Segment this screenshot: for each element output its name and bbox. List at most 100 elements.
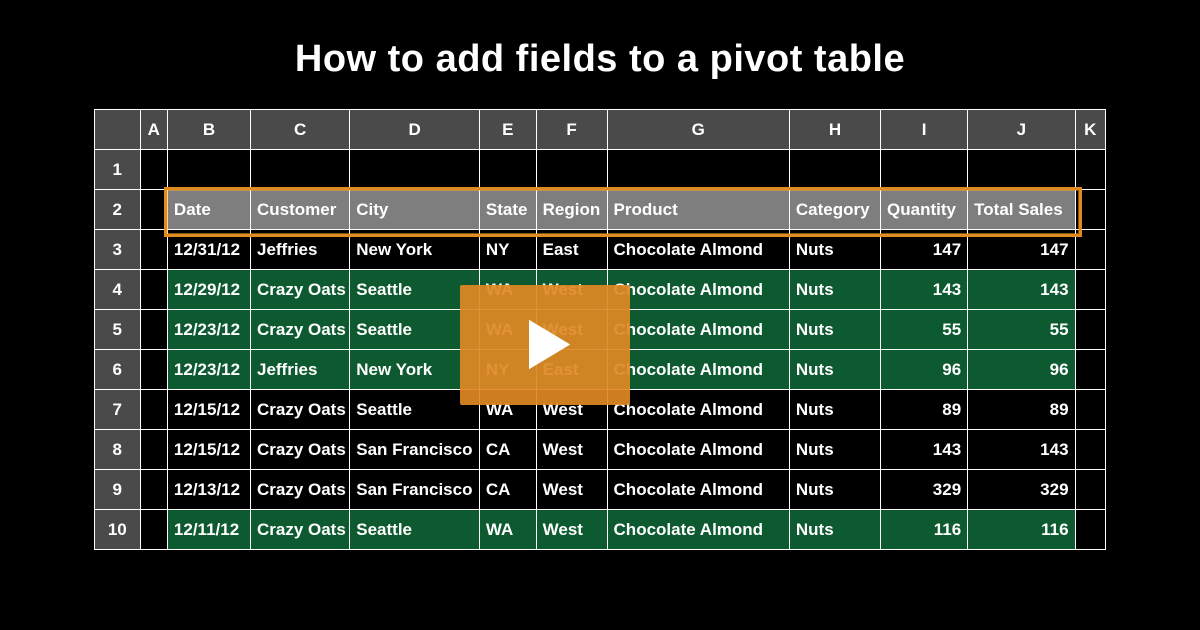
cell-5-total[interactable]: 55 (968, 310, 1075, 350)
cell-10-date[interactable]: 12/11/12 (167, 510, 250, 550)
column-header-k[interactable]: K (1075, 110, 1105, 150)
cell-10-region[interactable]: West (536, 510, 607, 550)
play-button[interactable] (460, 285, 630, 405)
column-header-g[interactable]: G (607, 110, 789, 150)
cell-7-A[interactable] (140, 390, 167, 430)
row-header-3[interactable]: 3 (95, 230, 141, 270)
cell-6-product[interactable]: Chocolate Almond (607, 350, 789, 390)
cell-3-region[interactable]: East (536, 230, 607, 270)
cell-4-total[interactable]: 143 (968, 270, 1075, 310)
cell-4-A[interactable] (140, 270, 167, 310)
cell-6-customer[interactable]: Jeffries (250, 350, 349, 390)
cell-3-K[interactable] (1075, 230, 1105, 270)
cell-1-E[interactable] (479, 150, 536, 190)
cell-1-C[interactable] (250, 150, 349, 190)
cell-6-total[interactable]: 96 (968, 350, 1075, 390)
row-header-4[interactable]: 4 (95, 270, 141, 310)
field-header-product[interactable]: Product (607, 190, 789, 230)
cell-5-product[interactable]: Chocolate Almond (607, 310, 789, 350)
cell-3-total[interactable]: 147 (968, 230, 1075, 270)
cell-8-A[interactable] (140, 430, 167, 470)
cell-1-A[interactable] (140, 150, 167, 190)
column-header-h[interactable]: H (789, 110, 880, 150)
row-header-10[interactable]: 10 (95, 510, 141, 550)
cell-7-category[interactable]: Nuts (789, 390, 880, 430)
cell-7-product[interactable]: Chocolate Almond (607, 390, 789, 430)
field-header-state[interactable]: State (479, 190, 536, 230)
cell-5-customer[interactable]: Crazy Oats (250, 310, 349, 350)
cell-4-customer[interactable]: Crazy Oats (250, 270, 349, 310)
field-header-quantity[interactable]: Quantity (881, 190, 968, 230)
row-header-6[interactable]: 6 (95, 350, 141, 390)
row-header-1[interactable]: 1 (95, 150, 141, 190)
cell-6-date[interactable]: 12/23/12 (167, 350, 250, 390)
cell-4-category[interactable]: Nuts (789, 270, 880, 310)
column-header-i[interactable]: I (881, 110, 968, 150)
cell-10-quantity[interactable]: 116 (881, 510, 968, 550)
cell-9-customer[interactable]: Crazy Oats (250, 470, 349, 510)
cell-8-state[interactable]: CA (479, 430, 536, 470)
cell-1-K[interactable] (1075, 150, 1105, 190)
row-header-5[interactable]: 5 (95, 310, 141, 350)
cell-7-K[interactable] (1075, 390, 1105, 430)
field-header-total-sales[interactable]: Total Sales (968, 190, 1075, 230)
cell-10-K[interactable] (1075, 510, 1105, 550)
cell-4-K[interactable] (1075, 270, 1105, 310)
cell-9-quantity[interactable]: 329 (881, 470, 968, 510)
cell-9-total[interactable]: 329 (968, 470, 1075, 510)
cell-5-A[interactable] (140, 310, 167, 350)
cell-8-category[interactable]: Nuts (789, 430, 880, 470)
column-header-e[interactable]: E (479, 110, 536, 150)
cell-9-category[interactable]: Nuts (789, 470, 880, 510)
cell-3-category[interactable]: Nuts (789, 230, 880, 270)
cell-4-quantity[interactable]: 143 (881, 270, 968, 310)
cell-10-state[interactable]: WA (479, 510, 536, 550)
cell-2-K[interactable] (1075, 190, 1105, 230)
cell-7-quantity[interactable]: 89 (881, 390, 968, 430)
cell-7-customer[interactable]: Crazy Oats (250, 390, 349, 430)
cell-5-date[interactable]: 12/23/12 (167, 310, 250, 350)
cell-1-H[interactable] (789, 150, 880, 190)
cell-9-K[interactable] (1075, 470, 1105, 510)
cell-10-category[interactable]: Nuts (789, 510, 880, 550)
cell-3-quantity[interactable]: 147 (881, 230, 968, 270)
cell-3-product[interactable]: Chocolate Almond (607, 230, 789, 270)
cell-10-total[interactable]: 116 (968, 510, 1075, 550)
cell-3-customer[interactable]: Jeffries (250, 230, 349, 270)
cell-1-J[interactable] (968, 150, 1075, 190)
cell-2-A[interactable] (140, 190, 167, 230)
cell-8-city[interactable]: San Francisco (350, 430, 480, 470)
cell-9-A[interactable] (140, 470, 167, 510)
cell-3-date[interactable]: 12/31/12 (167, 230, 250, 270)
cell-5-K[interactable] (1075, 310, 1105, 350)
cell-10-city[interactable]: Seattle (350, 510, 480, 550)
field-header-customer[interactable]: Customer (250, 190, 349, 230)
cell-1-G[interactable] (607, 150, 789, 190)
cell-9-state[interactable]: CA (479, 470, 536, 510)
column-header-f[interactable]: F (536, 110, 607, 150)
field-header-date[interactable]: Date (167, 190, 250, 230)
row-header-7[interactable]: 7 (95, 390, 141, 430)
column-header-j[interactable]: J (968, 110, 1075, 150)
cell-4-date[interactable]: 12/29/12 (167, 270, 250, 310)
column-header-c[interactable]: C (250, 110, 349, 150)
cell-6-A[interactable] (140, 350, 167, 390)
cell-6-quantity[interactable]: 96 (881, 350, 968, 390)
cell-8-customer[interactable]: Crazy Oats (250, 430, 349, 470)
cell-9-region[interactable]: West (536, 470, 607, 510)
cell-1-B[interactable] (167, 150, 250, 190)
row-header-2[interactable]: 2 (95, 190, 141, 230)
field-header-region[interactable]: Region (536, 190, 607, 230)
cell-1-D[interactable] (350, 150, 480, 190)
cell-10-A[interactable] (140, 510, 167, 550)
cell-9-product[interactable]: Chocolate Almond (607, 470, 789, 510)
field-header-category[interactable]: Category (789, 190, 880, 230)
cell-8-quantity[interactable]: 143 (881, 430, 968, 470)
row-header-8[interactable]: 8 (95, 430, 141, 470)
cell-3-city[interactable]: New York (350, 230, 480, 270)
cell-8-K[interactable] (1075, 430, 1105, 470)
cell-9-city[interactable]: San Francisco (350, 470, 480, 510)
column-header-b[interactable]: B (167, 110, 250, 150)
field-header-city[interactable]: City (350, 190, 480, 230)
cell-6-category[interactable]: Nuts (789, 350, 880, 390)
